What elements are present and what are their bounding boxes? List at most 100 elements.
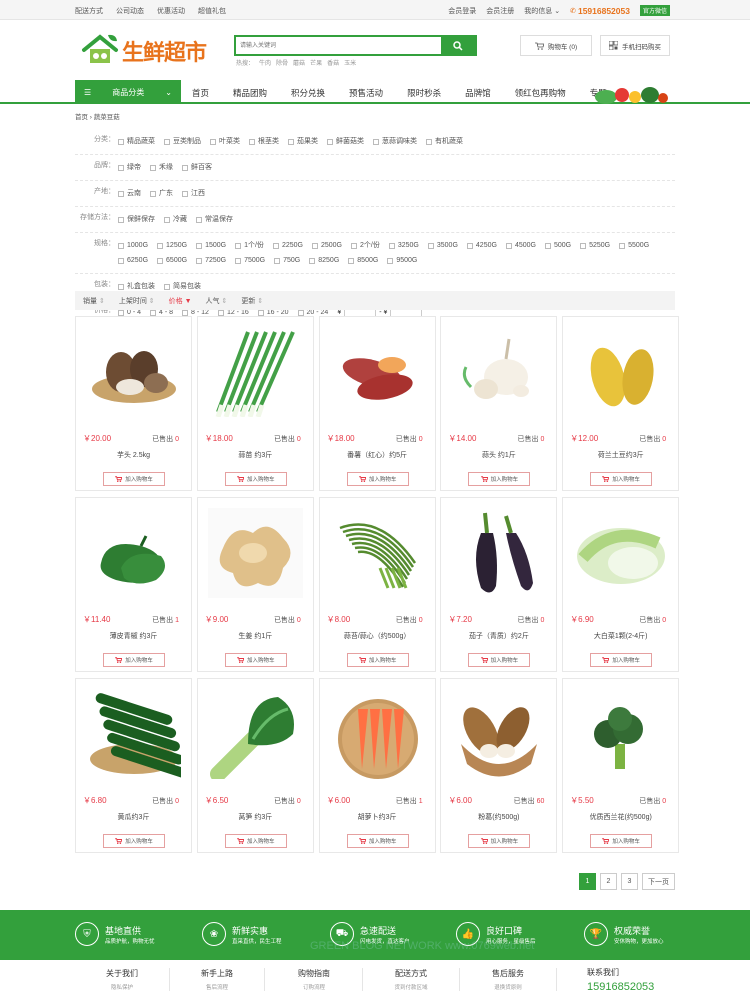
add-to-cart-button[interactable]: 加入购物车 (590, 472, 653, 486)
filter-option[interactable]: 8250G (309, 253, 339, 268)
filter-option[interactable]: 1500G (196, 238, 226, 253)
top-link-gift[interactable]: 超值礼包 (198, 6, 226, 16)
product-card[interactable]: ￥6.80 已售出 0 黄瓜约3斤 加入购物车 (75, 678, 192, 853)
add-to-cart-button[interactable]: 加入购物车 (224, 834, 287, 848)
product-card[interactable]: ￥5.50 已售出 0 优质西兰花(约500g) 加入购物车 (562, 678, 680, 853)
filter-option[interactable]: 3500G (427, 238, 458, 253)
filter-option[interactable]: 4500G (505, 238, 536, 253)
filter-option[interactable]: 豆类制品 (164, 134, 201, 149)
category-menu-button[interactable]: ☰ 商品分类 ⌄ (75, 80, 181, 104)
add-to-cart-button[interactable]: 加入购物车 (468, 834, 531, 848)
filter-option[interactable]: 6500G (157, 253, 187, 268)
filter-option[interactable]: 7250G (196, 253, 226, 268)
add-to-cart-button[interactable]: 加入购物车 (103, 834, 165, 848)
add-to-cart-button[interactable]: 加入购物车 (346, 653, 409, 667)
search-input[interactable] (236, 37, 441, 54)
login-link[interactable]: 会员登录 (448, 6, 476, 16)
product-card[interactable]: ￥8.00 已售出 0 蒜苔/蒜心（约500g） 加入购物车 (318, 497, 436, 672)
nav-item-flash-sale[interactable]: 限时秒杀 (407, 87, 441, 99)
product-card[interactable]: ￥18.00 已售出 0 番薯（红心）约5斤 加入购物车 (318, 316, 436, 491)
sort-popularity[interactable]: 人气 ⇕ (206, 296, 228, 306)
add-to-cart-button[interactable]: 加入购物车 (224, 472, 287, 486)
add-to-cart-button[interactable]: 加入购物车 (103, 472, 165, 486)
filter-option[interactable]: 4250G (466, 238, 497, 253)
wechat-button[interactable]: 官方微信 (639, 5, 670, 16)
sweet-potato-image[interactable] (330, 327, 425, 417)
product-name[interactable]: 蒜头 约1斤 (441, 450, 556, 460)
add-to-cart-button[interactable]: 加入购物车 (590, 834, 653, 848)
filter-option[interactable]: 禾缘 (150, 160, 173, 175)
add-to-cart-button[interactable]: 加入购物车 (346, 472, 409, 486)
add-to-cart-button[interactable]: 加入购物车 (103, 653, 165, 667)
hot-keyword[interactable]: 香菇 (327, 58, 339, 67)
hot-keyword[interactable]: 芒果 (310, 58, 322, 67)
filter-option[interactable]: 保鲜保存 (118, 212, 155, 227)
filter-option[interactable]: 8500G (348, 253, 378, 268)
taro-image[interactable] (86, 327, 181, 417)
nav-item-presale[interactable]: 预售活动 (349, 87, 383, 99)
qr-buy-button[interactable]: 手机扫码购买 (600, 35, 670, 56)
kudzu-image[interactable] (451, 689, 546, 779)
sort-update[interactable]: 更新 ⇕ (241, 296, 263, 306)
product-card[interactable]: ￥9.00 已售出 0 生姜 约1斤 加入购物车 (196, 497, 314, 672)
product-card[interactable]: ￥6.90 已售出 0 大白菜1颗(2-4斤) 加入购物车 (562, 497, 680, 672)
filter-option[interactable]: 绿帝 (118, 160, 141, 175)
hot-keyword[interactable]: 牛肉 (259, 58, 271, 67)
sort-sales[interactable]: 销量 ⇕ (83, 296, 105, 306)
product-card[interactable]: ￥6.00 已售出 1 胡萝卜约3斤 加入购物车 (318, 678, 436, 853)
pepper-image[interactable] (86, 508, 181, 598)
filter-option[interactable]: 鲜百客 (182, 160, 212, 175)
add-to-cart-button[interactable]: 加入购物车 (468, 653, 531, 667)
footer-link[interactable]: 货到付款区域 (363, 983, 459, 991)
product-name[interactable]: 荷兰土豆约3斤 (563, 450, 678, 460)
page-1[interactable]: 1 (579, 873, 596, 890)
filter-option[interactable]: 1个/份 (235, 238, 264, 253)
register-link[interactable]: 会员注册 (486, 6, 514, 16)
footer-link[interactable]: 隐私保护 (75, 983, 169, 991)
filter-option[interactable]: 江西 (182, 186, 205, 201)
product-name[interactable]: 优质西兰花(约500g) (563, 812, 678, 822)
product-name[interactable]: 胡萝卜约3斤 (320, 812, 435, 822)
nav-item-brands[interactable]: 品牌馆 (465, 87, 491, 99)
add-to-cart-button[interactable]: 加入购物车 (468, 472, 531, 486)
filter-option[interactable]: 常温保存 (196, 212, 233, 227)
nav-item-group-buy[interactable]: 精品团购 (233, 87, 267, 99)
next-page-button[interactable]: 下一页 (642, 873, 675, 890)
add-to-cart-button[interactable]: 加入购物车 (346, 834, 409, 848)
filter-option[interactable]: 叶菜类 (210, 134, 240, 149)
product-card[interactable]: ￥20.00 已售出 0 芋头 2.5kg 加入购物车 (75, 316, 192, 491)
filter-option[interactable]: 根茎类 (249, 134, 279, 149)
product-card[interactable]: ￥14.00 已售出 0 蒜头 约1斤 加入购物车 (440, 316, 558, 491)
product-name[interactable]: 生姜 约1斤 (198, 631, 313, 641)
my-info-link[interactable]: 我的信息 ⌄ (524, 6, 560, 16)
nav-item-home[interactable]: 首页 (192, 87, 209, 99)
cart-button[interactable]: 购物车 (0) (520, 35, 592, 56)
cucumber-image[interactable] (86, 689, 181, 779)
filter-option[interactable]: 有机蔬菜 (426, 134, 463, 149)
add-to-cart-button[interactable]: 加入购物车 (224, 653, 287, 667)
breadcrumb[interactable]: 首页 › 蔬菜豆菇 (75, 111, 120, 121)
product-name[interactable]: 大白菜1颗(2-4斤) (563, 631, 678, 641)
logo[interactable]: 生鲜超市 (80, 32, 210, 68)
eggplant-image[interactable] (451, 508, 546, 598)
product-name[interactable]: 茄子（青质）约2斤 (441, 631, 556, 641)
footer-link[interactable]: 售后流程 (170, 983, 264, 991)
product-name[interactable]: 粉葛(约500g) (441, 812, 556, 822)
product-card[interactable]: ￥6.00 已售出 60 粉葛(约500g) 加入购物车 (440, 678, 558, 853)
top-link-promo[interactable]: 优惠活动 (157, 6, 185, 16)
filter-option[interactable]: 冷藏 (164, 212, 187, 227)
filter-option[interactable]: 广东 (150, 186, 173, 201)
garlic-image[interactable] (451, 327, 546, 417)
garlic-stem-image[interactable] (330, 508, 425, 598)
filter-option[interactable]: 6250G (118, 253, 148, 268)
filter-option[interactable]: 云南 (118, 186, 141, 201)
search-button[interactable] (441, 37, 475, 54)
filter-option[interactable]: 2个/份 (351, 238, 380, 253)
product-card[interactable]: ￥7.20 已售出 0 茄子（青质）约2斤 加入购物车 (440, 497, 558, 672)
product-name[interactable]: 薄皮青椒 约3斤 (76, 631, 191, 641)
product-name[interactable]: 番薯（红心）约5斤 (320, 450, 435, 460)
filter-option[interactable]: 500G (544, 238, 571, 253)
lettuce-image[interactable] (208, 689, 303, 779)
filter-option[interactable]: 7500G (235, 253, 265, 268)
filter-option[interactable]: 750G (274, 253, 300, 268)
